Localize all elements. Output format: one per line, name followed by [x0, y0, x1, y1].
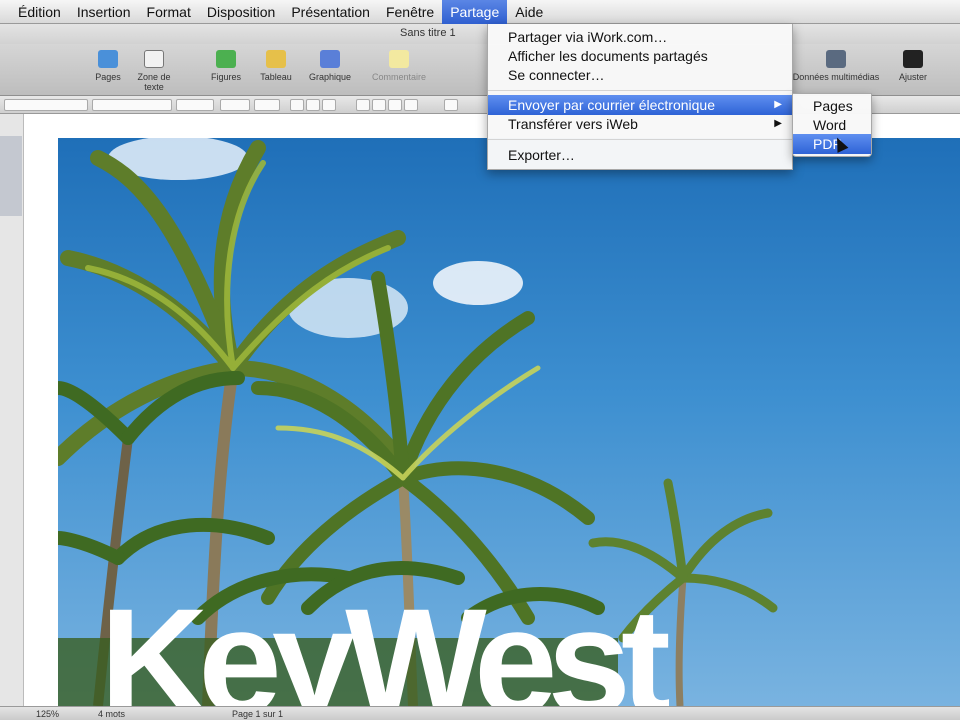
style-select[interactable] [4, 99, 88, 111]
toolbar-adjust-button[interactable]: Ajuster [890, 50, 936, 82]
toolbar-textbox-button[interactable]: Zone de texte [130, 50, 178, 92]
pages-icon [98, 50, 118, 68]
toolbar-pages-button[interactable]: Pages [88, 50, 128, 82]
menu-fenetre[interactable]: Fenêtre [378, 0, 442, 24]
justify-button[interactable] [404, 99, 418, 111]
font-select[interactable] [92, 99, 172, 111]
menu-item-export[interactable]: Exporter… [488, 145, 792, 165]
toolbar: Pages Zone de texte Figures Tableau Grap… [0, 44, 960, 96]
submenu-item-word[interactable]: Word [793, 115, 871, 135]
menu-presentation[interactable]: Présentation [283, 0, 378, 24]
menu-edition[interactable]: Édition [0, 0, 69, 24]
menu-aide[interactable]: Aide [507, 0, 551, 24]
bold-button[interactable] [290, 99, 304, 111]
thumbnail-panel [0, 114, 24, 706]
align-right-button[interactable] [388, 99, 402, 111]
menu-partage[interactable]: Partage [442, 0, 508, 24]
headline-keywest[interactable]: KeyWest [100, 586, 671, 706]
toolbar-shapes-button[interactable]: Figures [206, 50, 246, 82]
menu-item-show-shared[interactable]: Afficher les documents partagés [488, 46, 792, 66]
app-window: Édition Insertion Format Disposition Pré… [0, 0, 960, 720]
textbox-icon [144, 50, 164, 68]
submenu-arrow-icon: ▶ [774, 118, 782, 129]
window-title: Sans titre 1 [400, 27, 456, 39]
underline-button[interactable] [322, 99, 336, 111]
submenu-item-pages[interactable]: Pages [793, 96, 871, 116]
media-icon [826, 50, 846, 68]
toolbar-chart-button[interactable]: Graphique [304, 50, 356, 82]
shapes-icon [216, 50, 236, 68]
menu-disposition[interactable]: Disposition [199, 0, 283, 24]
keywest-photo[interactable]: KeyWest [58, 138, 960, 706]
menu-format[interactable]: Format [139, 0, 199, 24]
email-format-submenu: Pages Word PDF [792, 93, 872, 157]
submenu-arrow-icon: ▶ [774, 99, 782, 110]
menu-item-send-email[interactable]: Envoyer par courrier électronique ▶ [488, 95, 792, 115]
word-count: 4 mots [98, 709, 126, 719]
comment-icon [389, 50, 409, 68]
color-well-2[interactable] [254, 99, 280, 111]
submenu-item-pdf[interactable]: PDF [793, 134, 871, 154]
color-well[interactable] [220, 99, 250, 111]
toolbar-media-button[interactable]: Données multimédias [786, 50, 886, 82]
menu-separator [488, 139, 792, 140]
menu-bar: Édition Insertion Format Disposition Pré… [0, 0, 960, 24]
adjust-icon [903, 50, 923, 68]
status-bar: 125% 4 mots Page 1 sur 1 [0, 706, 960, 720]
chart-icon [320, 50, 340, 68]
page-indicator: Page 1 sur 1 [232, 709, 284, 719]
font-size-field[interactable] [176, 99, 214, 111]
align-center-button[interactable] [372, 99, 386, 111]
menu-item-share-iwork[interactable]: Partager via iWork.com… [488, 27, 792, 47]
menu-separator [488, 90, 792, 91]
align-left-button[interactable] [356, 99, 370, 111]
menu-insertion[interactable]: Insertion [69, 0, 139, 24]
menu-item-connect[interactable]: Se connecter… [488, 65, 792, 85]
italic-button[interactable] [306, 99, 320, 111]
toolbar-table-button[interactable]: Tableau [254, 50, 298, 82]
share-menu: Partager via iWork.com… Afficher les doc… [487, 24, 793, 170]
line-spacing-button[interactable] [444, 99, 458, 111]
toolbar-comment-button[interactable]: Commentaire [364, 50, 434, 82]
menu-item-send-iweb[interactable]: Transférer vers iWeb ▶ [488, 114, 792, 134]
table-icon [266, 50, 286, 68]
window-titlebar: Sans titre 1 [0, 24, 960, 44]
page-thumbnail[interactable] [0, 136, 22, 216]
zoom-level[interactable]: 125% [36, 709, 59, 719]
